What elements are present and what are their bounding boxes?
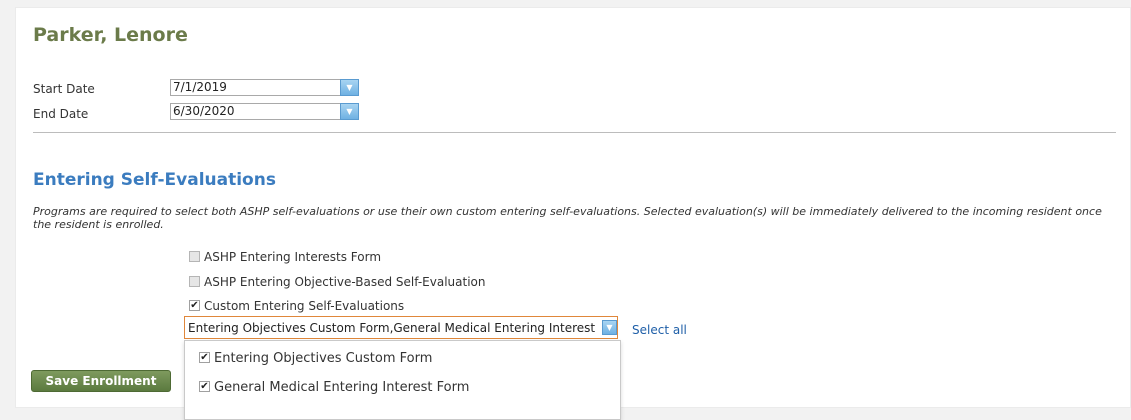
checkbox-unchecked-icon[interactable]	[189, 251, 200, 262]
start-date-dropdown-button[interactable]: ▼	[340, 79, 359, 96]
chevron-down-icon: ▼	[606, 323, 613, 332]
start-date-input[interactable]: 7/1/2019	[170, 79, 340, 96]
start-date-picker: 7/1/2019 ▼	[170, 79, 360, 98]
dropdown-item-objectives[interactable]: ✔ Entering Objectives Custom Form	[199, 351, 432, 367]
custom-evaluations-dropdown-list: ✔ Entering Objectives Custom Form ✔ Genera…	[184, 340, 621, 420]
custom-select-dropdown-button[interactable]: ▼	[602, 320, 617, 335]
option-label: ASHP Entering Objective-Based Self-Evalu…	[204, 275, 486, 289]
dropdown-item-general-medical[interactable]: ✔ General Medical Entering Interest Form	[199, 380, 469, 396]
end-date-picker: 6/30/2020 ▼	[170, 103, 360, 122]
section-description: Programs are required to select both ASH…	[33, 205, 1102, 231]
dropdown-item-label: General Medical Entering Interest Form	[214, 380, 470, 395]
select-all-link[interactable]: Select all	[632, 323, 687, 337]
save-enrollment-button[interactable]: Save Enrollment	[31, 370, 171, 392]
checkbox-checked-icon[interactable]: ✔	[199, 381, 210, 392]
option-ashp-interests[interactable]: ASHP Entering Interests Form	[189, 250, 381, 264]
end-date-dropdown-button[interactable]: ▼	[340, 103, 359, 120]
chevron-down-icon: ▼	[346, 107, 353, 116]
option-ashp-objective[interactable]: ASHP Entering Objective-Based Self-Evalu…	[189, 275, 485, 289]
option-label: ASHP Entering Interests Form	[204, 250, 382, 264]
resident-name: Parker, Lenore	[33, 24, 188, 46]
checkbox-checked-icon[interactable]: ✔	[199, 352, 210, 363]
checkbox-checked-icon[interactable]: ✔	[189, 300, 200, 311]
dropdown-item-label: Entering Objectives Custom Form	[214, 351, 433, 366]
start-date-label: Start Date	[33, 82, 95, 96]
custom-evaluations-select[interactable]: Entering Objectives Custom Form,General …	[184, 316, 618, 339]
checkbox-unchecked-icon[interactable]	[189, 276, 200, 287]
custom-evaluations-value: Entering Objectives Custom Form,General …	[188, 321, 600, 335]
option-label: Custom Entering Self-Evaluations	[204, 299, 405, 313]
end-date-input[interactable]: 6/30/2020	[170, 103, 340, 120]
chevron-down-icon: ▼	[346, 83, 353, 92]
section-title: Entering Self-Evaluations	[33, 170, 276, 190]
divider	[33, 132, 1116, 133]
end-date-label: End Date	[33, 107, 89, 121]
option-custom-evaluations[interactable]: ✔ Custom Entering Self-Evaluations	[189, 299, 404, 313]
